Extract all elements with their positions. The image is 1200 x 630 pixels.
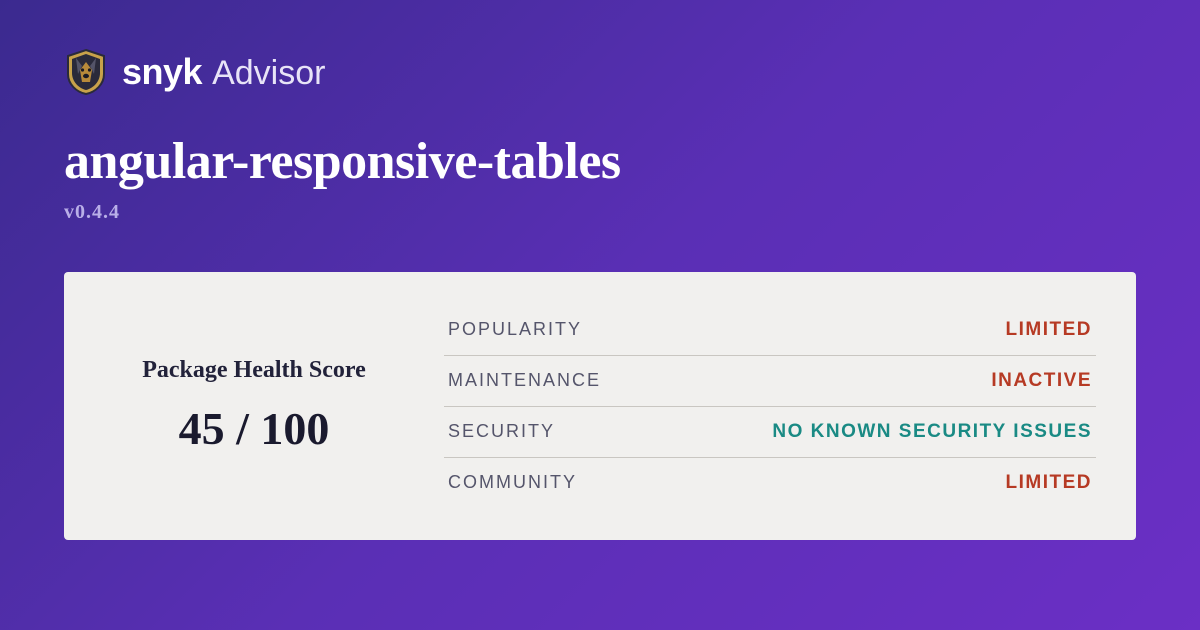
metric-row-popularity: POPULARITY LIMITED	[444, 305, 1096, 356]
metric-value: LIMITED	[1006, 472, 1093, 494]
package-version: v0.4.4	[64, 201, 1136, 224]
health-score-label: Package Health Score	[142, 357, 366, 384]
health-score-value: 45 / 100	[179, 402, 330, 455]
metric-label: SECURITY	[448, 421, 555, 442]
metric-label: COMMUNITY	[448, 472, 577, 493]
health-card: Package Health Score 45 / 100 POPULARITY…	[64, 272, 1136, 540]
brand-text: snyk Advisor	[122, 51, 325, 93]
health-score: Package Health Score 45 / 100	[64, 300, 444, 512]
metrics-list: POPULARITY LIMITED MAINTENANCE INACTIVE …	[444, 300, 1096, 512]
dog-shield-icon	[64, 48, 108, 96]
package-name: angular-responsive-tables	[64, 132, 1136, 191]
metric-label: MAINTENANCE	[448, 370, 601, 391]
metric-label: POPULARITY	[448, 319, 582, 340]
metric-value: INACTIVE	[991, 370, 1092, 392]
metric-value: LIMITED	[1006, 319, 1093, 341]
metric-row-security: SECURITY NO KNOWN SECURITY ISSUES	[444, 407, 1096, 458]
brand-header: snyk Advisor	[64, 48, 1136, 96]
metric-value: NO KNOWN SECURITY ISSUES	[772, 421, 1092, 443]
metric-row-community: COMMUNITY LIMITED	[444, 458, 1096, 508]
metric-row-maintenance: MAINTENANCE INACTIVE	[444, 356, 1096, 407]
brand-subtitle: Advisor	[212, 54, 325, 93]
brand-name: snyk	[122, 51, 202, 93]
